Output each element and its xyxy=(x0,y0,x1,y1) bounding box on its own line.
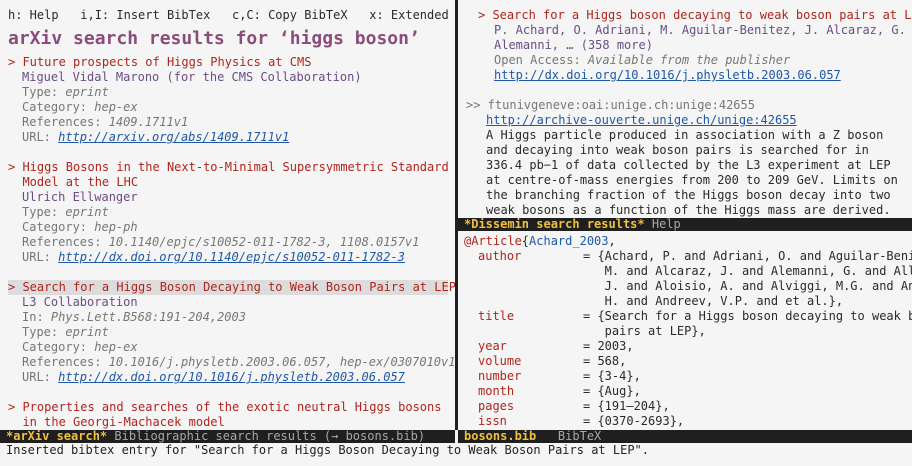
result-url: URL: http://arxiv.org/abs/1409.1711v1 xyxy=(22,130,290,144)
bibtex-field-value: = {Search for a Higgs boson decaying to … xyxy=(583,309,912,323)
abstract-line: the branching fraction of the Higgs boso… xyxy=(486,188,891,202)
echo-area: Inserted bibtex entry for "Search for a … xyxy=(6,443,649,457)
result-category: Category: hep-ex xyxy=(22,340,138,354)
bibtex-field-value: = {Aug}, xyxy=(583,384,641,398)
bibtex-field-value: = {Achard, P. and Adriani, O. and Aguila… xyxy=(583,249,912,263)
dissemin-access: Open Access: Available from the publishe… xyxy=(494,53,791,67)
dissemin-authors: P. Achard, O. Adriani, M. Aguilar-Benite… xyxy=(494,23,906,37)
bibtex-pane[interactable]: @Article{Achard_2003, author = {Achard, P… xyxy=(458,231,912,430)
abstract-line: and decaying into weak boson pairs is se… xyxy=(486,143,869,157)
result-url-link[interactable]: http://dx.doi.org/10.1140/epjc/s10052-01… xyxy=(58,250,405,264)
bibtex-field-value: = {191–204}, xyxy=(583,399,670,413)
result-category: Category: hep-ex xyxy=(22,100,138,114)
page-title: arXiv search results for ‘higgs boson’ xyxy=(8,28,420,49)
result-url-link[interactable]: http://arxiv.org/abs/1409.1711v1 xyxy=(58,130,289,144)
bibtex-field-value: M. and Alcaraz, J. and Alemanni, G. and … xyxy=(583,264,912,278)
result-type: Type: eprint xyxy=(22,325,109,339)
bibtex-entry-header: @Article{Achard_2003, xyxy=(464,234,616,248)
bibtex-field-name: issn xyxy=(478,414,507,428)
bibtex-field-line: month = {Aug}, xyxy=(478,384,641,399)
bibtex-field-name: number xyxy=(478,369,522,383)
modeline-buffer-name: *Dissemin search results* xyxy=(464,217,645,231)
result-type: Type: eprint xyxy=(22,85,109,99)
modeline-mode: BibTeX xyxy=(536,429,602,443)
bibtex-field-name: volume xyxy=(478,354,522,368)
result-author: Miguel Vidal Marono (for the CMS Collabo… xyxy=(22,70,362,84)
abstract-line: weak bosons as a function of the Higgs m… xyxy=(486,203,891,217)
bibtex-field-name: title xyxy=(478,309,515,323)
dissemin-authors-cont: Alemanni, … (358 more) xyxy=(494,38,653,52)
result-url-link[interactable]: http://dx.doi.org/10.1016/j.physletb.200… xyxy=(58,370,405,384)
result-title-cont[interactable]: Model at the LHC xyxy=(8,175,138,190)
result-references: References: 10.1140/epjc/s10052-011-1782… xyxy=(22,235,420,249)
result-type: Type: eprint xyxy=(22,205,109,219)
dissemin-modeline: *Dissemin search results* Help xyxy=(458,218,912,231)
bibtex-field-line: pairs at LEP}, xyxy=(478,324,706,339)
bibtex-field-name: year xyxy=(478,339,507,353)
left-modeline: *arXiv search* Bibliographic search resu… xyxy=(0,430,455,443)
bibtex-field-line: year = 2003, xyxy=(478,339,634,354)
bibtex-field-value: H. and Andreev, V.P. and et al.}, xyxy=(583,294,844,308)
dissemin-record-url-link[interactable]: http://archive-ouverte.unige.ch/unige:42… xyxy=(486,113,797,128)
modeline-buffer-name: bosons.bib xyxy=(464,429,537,443)
bibtex-field-line: author = {Achard, P. and Adriani, O. and … xyxy=(478,249,912,264)
result-title[interactable]: > Properties and searches of the exotic … xyxy=(8,400,441,415)
abstract-line: at centre-of-mass energies from 200 to 2… xyxy=(486,173,898,187)
bibtex-field-value: = 2003, xyxy=(583,339,634,353)
bibtex-field-line: title = {Search for a Higgs boson decayin… xyxy=(478,309,912,324)
result-title-selected[interactable]: > Search for a Higgs Boson Decaying to W… xyxy=(8,280,455,295)
result-author: Ulrich Ellwanger xyxy=(22,190,138,204)
modeline-buffer-name: *arXiv search* xyxy=(6,429,108,443)
bibtex-field-name: pages xyxy=(478,399,515,413)
bibtex-field-line: number = {3-4}, xyxy=(478,369,641,384)
arxiv-results-pane[interactable]: h: Help i,I: Insert BibTex c,C: Copy Bib… xyxy=(0,0,455,430)
modeline-mode: Bibliographic search results (→ bosons.b… xyxy=(107,429,426,443)
result-in: In: Phys.Lett.B568:191-204,2003 xyxy=(22,310,246,324)
dissemin-url-link[interactable]: http://dx.doi.org/10.1016/j.physletb.200… xyxy=(494,68,841,83)
abstract-line: A Higgs particle produced in association… xyxy=(486,128,884,142)
result-url: URL: http://dx.doi.org/10.1140/epjc/s100… xyxy=(22,250,405,264)
bibtex-field-name: month xyxy=(478,384,515,398)
help-bar: h: Help i,I: Insert BibTex c,C: Copy Bib… xyxy=(8,8,455,22)
bibtex-field-line: J. and Aloisio, A. and Alviggi, M.G. and… xyxy=(478,279,912,294)
bibtex-key[interactable]: Achard_2003 xyxy=(529,234,608,248)
modeline-mode: Help xyxy=(644,217,681,231)
bibtex-modeline: bosons.bib BibTeX xyxy=(458,430,912,443)
result-title[interactable]: > Future prospects of Higgs Physics at C… xyxy=(8,55,311,70)
bibtex-field-line: pages = {191–204}, xyxy=(478,399,670,414)
result-references: References: 1409.1711v1 xyxy=(22,115,189,129)
abstract-line: 336.4 pb−1 of data collected by the L3 e… xyxy=(486,158,891,172)
bibtex-field-value: = {0370-2693}, xyxy=(583,414,685,428)
bibtex-field-value: pairs at LEP}, xyxy=(583,324,706,338)
result-title[interactable]: > Higgs Bosons in the Next-to-Minimal Su… xyxy=(8,160,449,175)
result-references: References: 10.1016/j.physletb.2003.06.0… xyxy=(22,355,455,369)
bibtex-field-value: = {3-4}, xyxy=(583,369,641,383)
result-category: Category: hep-ph xyxy=(22,220,138,234)
result-author: L3 Collaboration xyxy=(22,295,138,309)
result-url: URL: http://dx.doi.org/10.1016/j.physlet… xyxy=(22,370,405,384)
bibtex-field-line: M. and Alcaraz, J. and Alemanni, G. and … xyxy=(478,264,912,279)
dissemin-results-pane[interactable]: > Search for a Higgs boson decaying to w… xyxy=(458,0,912,218)
bibtex-field-line: H. and Andreev, V.P. and et al.}, xyxy=(478,294,843,309)
bibtex-field-value: J. and Aloisio, A. and Alviggi, M.G. and… xyxy=(583,279,912,293)
result-title-cont[interactable]: in the Georgi-Machacek model xyxy=(8,415,224,430)
bibtex-field-line: volume = 568, xyxy=(478,354,626,369)
bibtex-field-name: author xyxy=(478,249,522,263)
dissemin-result-title[interactable]: > Search for a Higgs boson decaying to w… xyxy=(478,8,912,23)
bibtex-field-value: = 568, xyxy=(583,354,627,368)
dissemin-record-id[interactable]: >> ftunivgeneve:oai:unige.ch:unige:42655 xyxy=(466,98,755,113)
bibtex-field-line: issn = {0370-2693}, xyxy=(478,414,684,429)
